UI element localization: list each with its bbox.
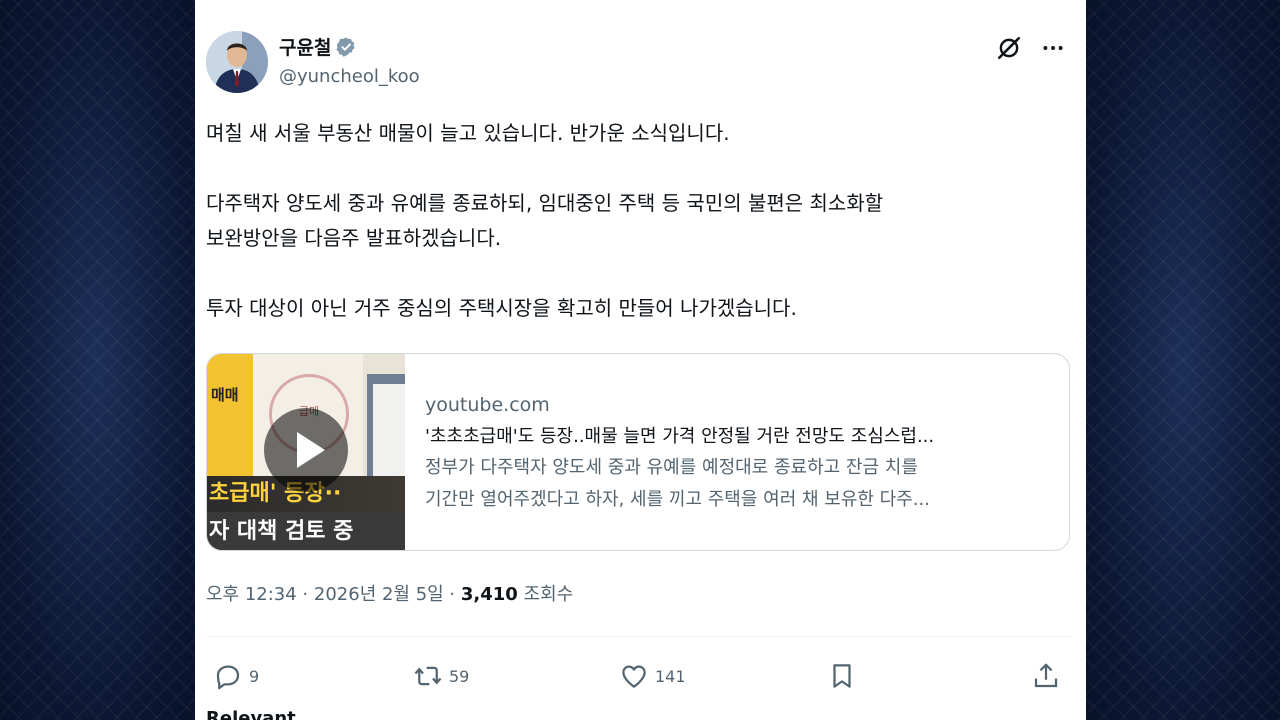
- bookmark-icon: [833, 664, 851, 688]
- tweet-body: 며칠 새 서울 부동산 매물이 늘고 있습니다. 반가운 소식입니다. 다주택자…: [206, 121, 884, 320]
- author-handle[interactable]: @yuncheol_koo: [279, 66, 420, 87]
- relevant-section-heading: Relevant: [206, 708, 296, 720]
- background-right: [1086, 0, 1280, 720]
- tweet-card: 구윤철 @yuncheol_koo 며칠 새 서울 부동산 매물이 늘고 있습니…: [195, 0, 1086, 720]
- thumb-board-inner: [373, 384, 405, 484]
- author-name-row: 구윤철: [279, 33, 357, 60]
- reply-count: 9: [249, 666, 260, 686]
- play-icon[interactable]: [264, 408, 348, 492]
- thumb-caption-2: 자 대책 검토 중: [207, 512, 405, 550]
- retweet-button[interactable]: 59: [413, 656, 469, 696]
- author-name[interactable]: 구윤철: [279, 33, 331, 60]
- bookmark-button[interactable]: [827, 656, 857, 696]
- views-label: 조회수: [517, 584, 574, 605]
- retweet-count: 59: [449, 666, 470, 686]
- share-icon: [1034, 663, 1058, 688]
- avatar[interactable]: [206, 31, 268, 93]
- tweet-timestamp[interactable]: 오후 12:34 · 2026년 2월 5일 ·: [206, 584, 461, 605]
- link-domain: youtube.com: [425, 394, 550, 416]
- views-count: 3,410: [460, 584, 518, 605]
- link-description-line-2: 기간만 열어주겠다고 하자, 세를 끼고 주택을 여러 채 보유한 다주...: [425, 489, 930, 510]
- like-count: 141: [655, 666, 686, 686]
- link-meta: youtube.com '초초초급매'도 등장..매물 늘면 가격 안정될 거란…: [405, 354, 1065, 550]
- action-bar: 9 59 141: [209, 656, 1069, 696]
- reply-icon: [216, 665, 240, 690]
- tweet-meta: 오후 12:34 · 2026년 2월 5일 · 3,410 조회수: [206, 580, 573, 606]
- like-button[interactable]: 141: [619, 656, 686, 696]
- retweet-icon: [414, 666, 442, 686]
- share-button[interactable]: [1031, 656, 1061, 696]
- grok-icon[interactable]: [994, 33, 1024, 63]
- reply-button[interactable]: 9: [213, 656, 259, 696]
- top-actions: [994, 33, 1068, 63]
- background-left: [0, 0, 195, 720]
- thumb-side-text: 매매: [211, 386, 239, 404]
- divider: [206, 636, 1070, 637]
- link-preview-card[interactable]: 매매 급매 초급매' 등장·· 자 대책 검토 중 youtube.com '초…: [206, 353, 1070, 551]
- more-options-icon[interactable]: [1038, 33, 1068, 63]
- link-title: '초초초급매'도 등장..매물 늘면 가격 안정될 거란 전망도 조심스럽...: [425, 426, 935, 447]
- link-description-line-1: 정부가 다주택자 양도세 중과 유예를 예정대로 종료하고 잔금 치를: [425, 457, 918, 478]
- verified-badge-icon[interactable]: [335, 36, 357, 58]
- heart-icon: [622, 665, 646, 688]
- video-thumbnail[interactable]: 매매 급매 초급매' 등장·· 자 대책 검토 중: [207, 354, 405, 550]
